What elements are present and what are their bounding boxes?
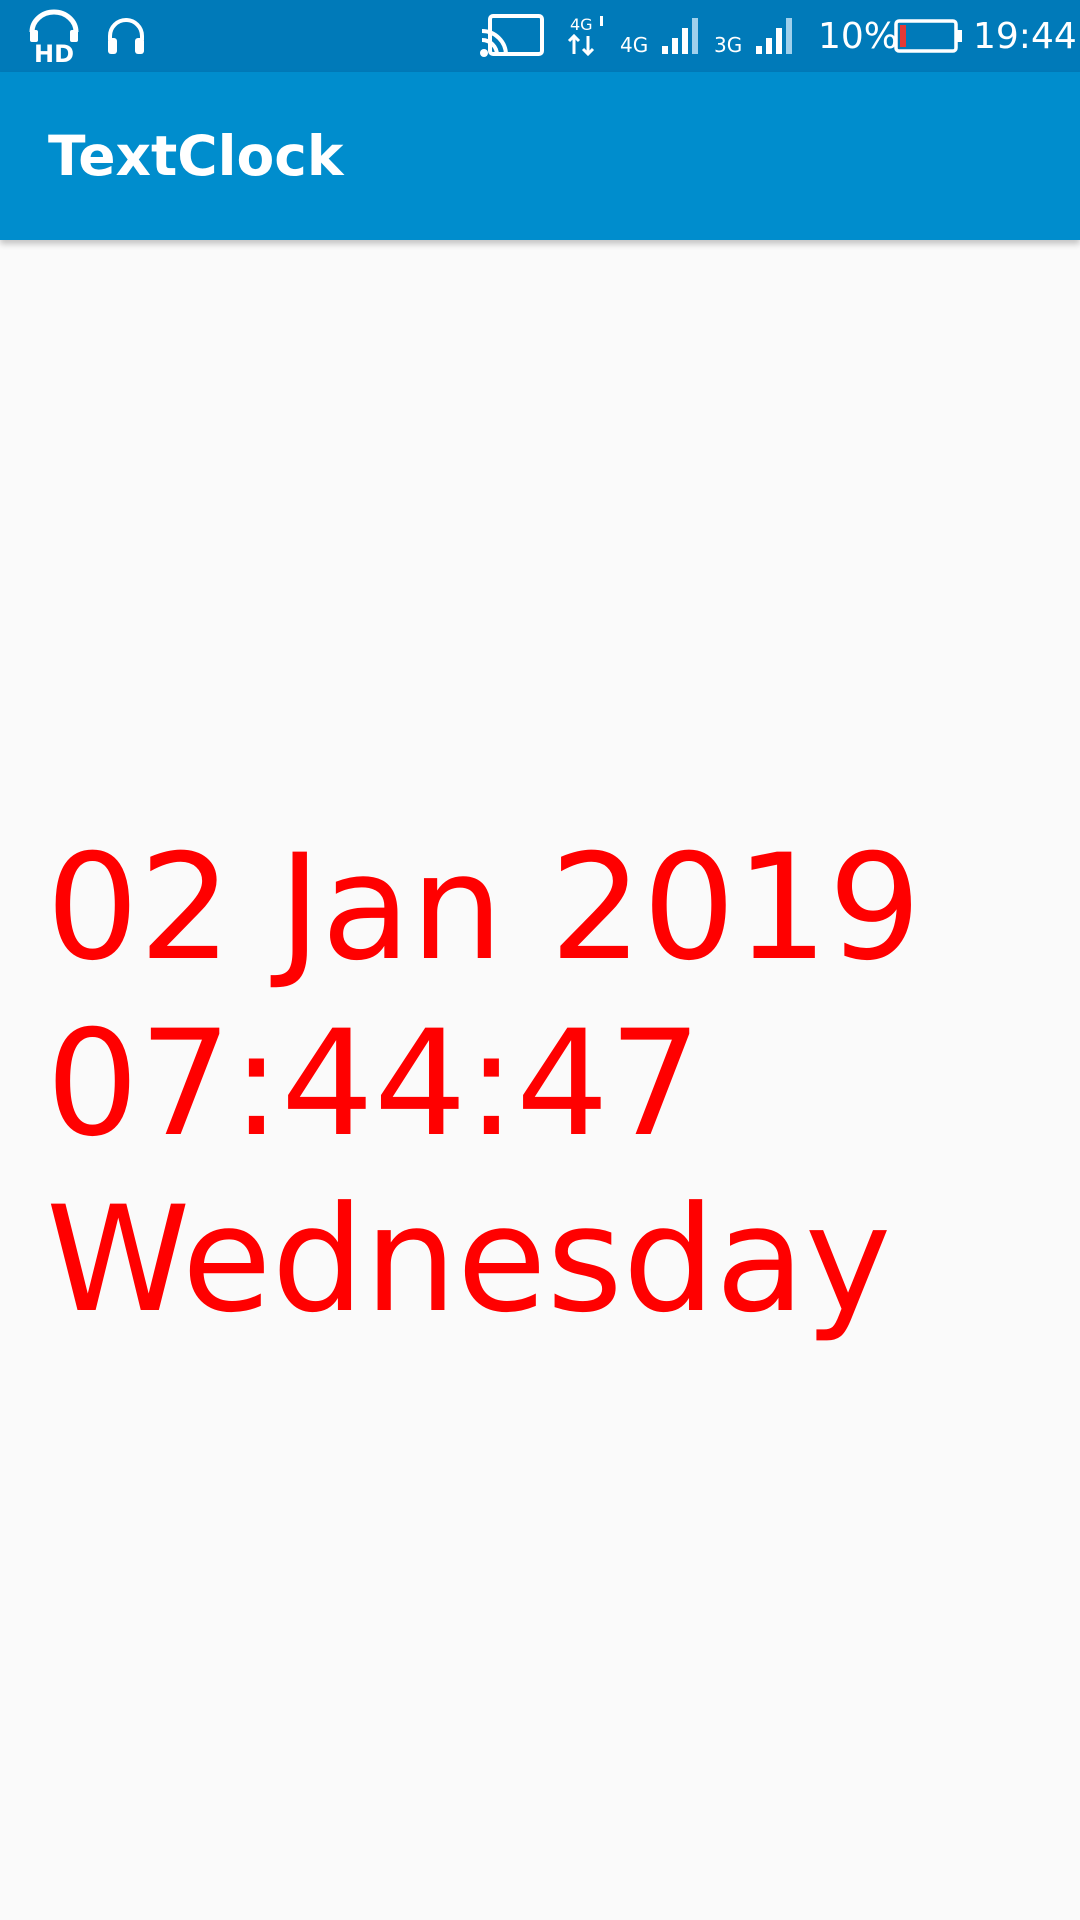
text-clock: 02 Jan 2019 07:44:47 Wednesday — [46, 820, 921, 1348]
network-3g-label: 3G — [714, 33, 742, 57]
network-4g-small-label: 4G — [570, 15, 593, 34]
signal-4g-icon: 4G — [618, 0, 708, 72]
network-4g-label: 4G — [620, 33, 648, 57]
status-bar: HD 4G 4G 3G 10% 19:44 — [0, 0, 1080, 72]
battery-percent: 10% — [818, 0, 898, 72]
hd-label: HD — [34, 40, 74, 64]
status-time-text: 19:44 — [973, 15, 1077, 57]
battery-percent-text: 10% — [818, 15, 899, 57]
cast-icon — [480, 0, 546, 72]
app-title: TextClock — [48, 124, 344, 188]
app-bar: TextClock — [0, 72, 1080, 240]
clock-date: 02 Jan 2019 — [46, 823, 922, 993]
clock-weekday: Wednesday — [46, 1175, 892, 1345]
status-time: 19:44 — [973, 0, 1077, 72]
headphones-icon — [104, 0, 148, 72]
clock-time: 07:44:47 — [46, 999, 702, 1169]
data-transfer-icon: 4G — [566, 0, 606, 72]
signal-3g-icon: 3G — [712, 0, 802, 72]
hd-headset-icon: HD — [26, 0, 82, 72]
battery-icon — [894, 0, 964, 72]
